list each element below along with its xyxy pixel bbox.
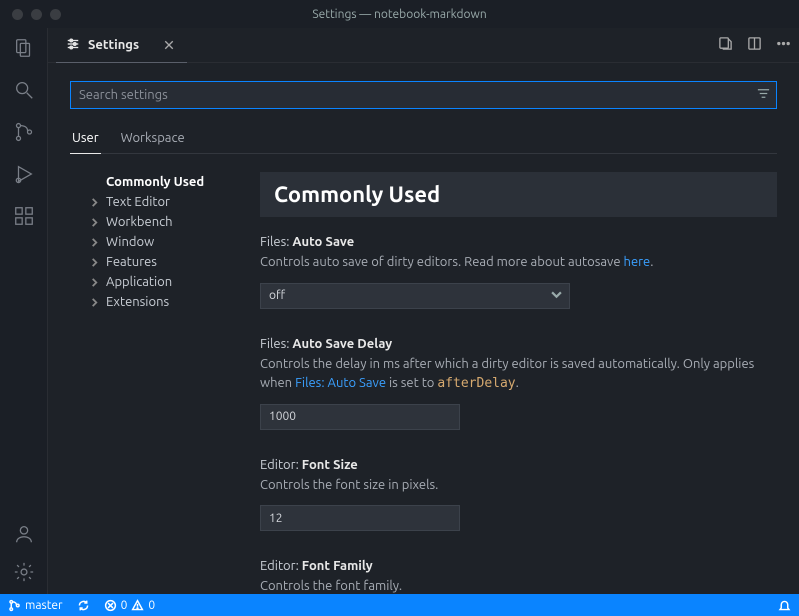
toc-extensions[interactable]: Extensions (70, 292, 240, 312)
section-header: Commonly Used (260, 172, 777, 217)
settings-tab-icon (66, 37, 80, 54)
setting-title: Editor: Font Size (260, 458, 777, 472)
settings-search (70, 81, 777, 109)
toc-text-editor[interactable]: Text Editor (70, 192, 240, 212)
auto-save-delay-input[interactable] (260, 404, 460, 430)
activitybar (0, 28, 48, 594)
status-sync[interactable] (77, 599, 90, 612)
toc-workbench[interactable]: Workbench (70, 212, 240, 232)
chevron-right-icon (90, 258, 100, 267)
titlebar: Settings — notebook-markdown (0, 0, 799, 28)
settings-content: Commonly Used Text Editor Workbench Wind… (70, 172, 777, 594)
setting-title: Editor: Font Family (260, 559, 777, 573)
close-icon[interactable] (161, 37, 177, 53)
setting-editor-font-family: Editor: Font Family Controls the font fa… (260, 559, 777, 594)
window-title: Settings — notebook-markdown (0, 8, 799, 21)
setting-title: Files: Auto Save (260, 235, 777, 249)
tabbar: Settings (48, 28, 799, 63)
settings-body: User Workspace Commonly Used Text Editor… (48, 63, 799, 594)
toc-commonly-used[interactable]: Commonly Used (70, 172, 240, 192)
setting-editor-font-size: Editor: Font Size Controls the font size… (260, 458, 777, 532)
traffic-zoom[interactable] (50, 9, 61, 20)
auto-save-select[interactable]: off (260, 283, 570, 309)
setting-title: Files: Auto Save Delay (260, 337, 777, 351)
tab-settings[interactable]: Settings (56, 28, 187, 62)
setting-description: Controls the font family. (260, 577, 777, 594)
tab-user[interactable]: User (70, 127, 101, 153)
chevron-right-icon (90, 298, 100, 307)
scope-tabs: User Workspace (70, 127, 777, 154)
toc-application[interactable]: Application (70, 272, 240, 292)
traffic-lights (0, 9, 61, 20)
gear-icon[interactable] (12, 560, 36, 584)
tab-label: Settings (88, 38, 139, 52)
setting-description: Controls the font size in pixels. (260, 476, 777, 496)
traffic-minimize[interactable] (31, 9, 42, 20)
extensions-icon[interactable] (12, 204, 36, 228)
statusbar: master 0 0 (0, 594, 799, 616)
chevron-right-icon (90, 278, 100, 287)
editor-area: Settings (48, 28, 799, 594)
chevron-right-icon (90, 238, 100, 247)
search-icon[interactable] (12, 78, 36, 102)
chevron-right-icon (90, 218, 100, 227)
setting-files-auto-save-delay: Files: Auto Save Delay Controls the dela… (260, 337, 777, 430)
font-size-input[interactable] (260, 505, 460, 531)
status-notifications[interactable] (778, 599, 791, 612)
filter-icon[interactable] (756, 86, 771, 104)
settings-toc: Commonly Used Text Editor Workbench Wind… (70, 172, 240, 594)
main: Settings (0, 28, 799, 594)
autosave-docs-link[interactable]: here (624, 255, 651, 269)
tab-workspace[interactable]: Workspace (119, 127, 187, 153)
source-control-icon[interactable] (12, 120, 36, 144)
status-problems[interactable]: 0 0 (104, 599, 156, 612)
setting-description: Controls auto save of dirty editors. Rea… (260, 253, 777, 273)
chevron-right-icon (90, 198, 100, 207)
setting-files-auto-save: Files: Auto Save Controls auto save of d… (260, 235, 777, 309)
setting-description: Controls the delay in ms after which a d… (260, 355, 777, 394)
settings-list: Commonly Used Files: Auto Save Controls … (260, 172, 777, 594)
run-debug-icon[interactable] (12, 162, 36, 186)
explorer-icon[interactable] (12, 36, 36, 60)
auto-save-setting-link[interactable]: Files: Auto Save (295, 376, 386, 390)
accounts-icon[interactable] (12, 522, 36, 546)
traffic-close[interactable] (12, 9, 23, 20)
search-input[interactable] (70, 81, 777, 109)
toc-features[interactable]: Features (70, 252, 240, 272)
split-editor-icon[interactable] (747, 36, 762, 54)
open-settings-json-icon[interactable] (718, 36, 733, 54)
more-actions-icon[interactable] (776, 36, 791, 54)
toc-window[interactable]: Window (70, 232, 240, 252)
status-branch[interactable]: master (8, 599, 63, 612)
